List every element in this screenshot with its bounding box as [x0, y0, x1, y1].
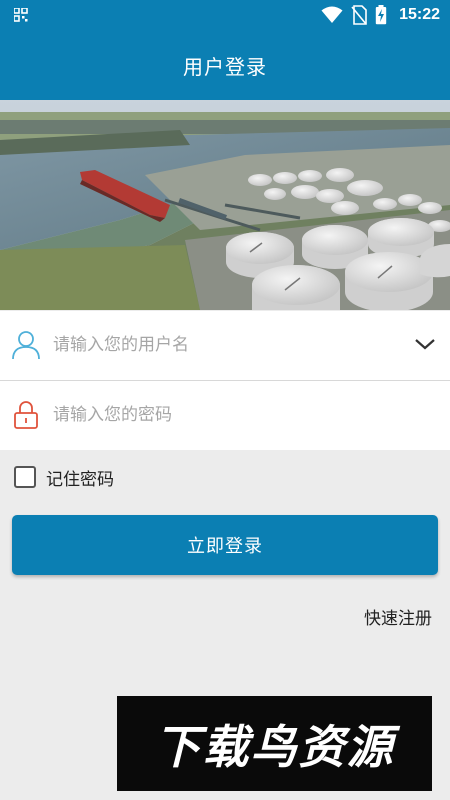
header: 用户登录 [0, 30, 450, 100]
remember-password-row[interactable]: 记住密码 [14, 464, 114, 490]
watermark-text: 下载鸟资源 [154, 719, 395, 774]
status-time: 15:22 [399, 6, 440, 23]
username-field[interactable]: 请输入您的用户名 [0, 311, 450, 380]
lock-icon [14, 401, 38, 429]
battery-charging-icon [375, 5, 387, 25]
remember-label: 记住密码 [46, 469, 114, 490]
password-placeholder: 请输入您的密码 [53, 405, 172, 425]
wifi-icon [321, 6, 343, 23]
username-placeholder: 请输入您的用户名 [53, 335, 189, 355]
port-tanker-photo [0, 100, 450, 310]
no-sim-icon [351, 5, 367, 25]
register-link[interactable]: 快速注册 [364, 604, 432, 629]
login-button[interactable]: 立即登录 [12, 515, 438, 575]
user-icon [12, 331, 40, 360]
chevron-down-icon[interactable] [414, 336, 436, 352]
login-button-label: 立即登录 [187, 536, 263, 557]
status-bar: 15:22 [0, 0, 450, 30]
banner-image [0, 100, 450, 310]
remember-checkbox[interactable] [14, 466, 36, 488]
page-title: 用户登录 [183, 54, 267, 79]
qr-grid-icon [14, 8, 28, 22]
password-field[interactable]: 请输入您的密码 [0, 381, 450, 450]
watermark-logo: 下载鸟资源 [117, 696, 432, 791]
